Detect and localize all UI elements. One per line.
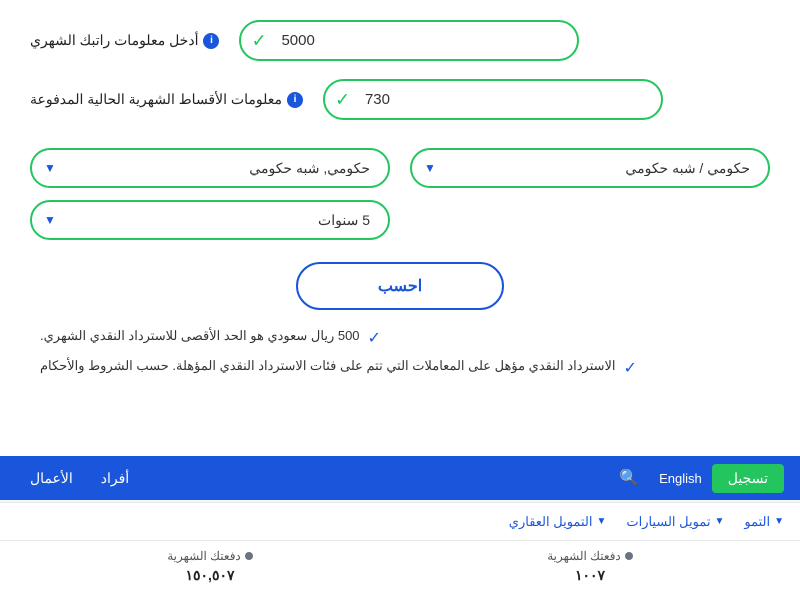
data-col-2: دفعتك الشهرية ١٥٠,٥٠٧: [167, 549, 253, 584]
right-dropdown-col: حكومي / شبه حكومي ▼: [410, 148, 770, 188]
data-col-1: دفعتك الشهرية ١٠٠٧: [547, 549, 633, 584]
salary-info-icon[interactable]: i: [203, 33, 219, 49]
info-lines: ✓ 500 ريال سعودي هو الحد الأقصى للاستردا…: [30, 328, 770, 378]
bottom-data: دفعتك الشهرية ١٠٠٧ دفعتك الشهرية ١٥٠,٥٠٧: [0, 540, 800, 600]
info-line-2: ✓ الاسترداد النقدي مؤهل على المعاملات ال…: [40, 358, 760, 378]
installments-info-icon[interactable]: i: [287, 92, 303, 108]
data-dot-1: [625, 552, 633, 560]
sub-nav-cars-arrow: ▼: [714, 516, 724, 527]
installments-input[interactable]: [323, 79, 663, 120]
dropdown3-select[interactable]: 5 سنوات: [30, 200, 390, 240]
salary-input[interactable]: [239, 20, 579, 61]
dropdown1-select[interactable]: حكومي / شبه حكومي: [410, 148, 770, 188]
search-icon[interactable]: 🔍: [609, 468, 649, 488]
nav-item-afrad[interactable]: أفراد: [87, 470, 143, 487]
installments-row: ✓ i معلومات الأقساط الشهرية الحالية المد…: [30, 79, 770, 120]
left-dropdown-col: حكومي, شبه حكومي ▼ 5 سنوات ▼: [30, 148, 390, 240]
sub-nav-tamwil-arrow: ▼: [774, 516, 784, 527]
calc-button[interactable]: احسب: [296, 262, 504, 310]
bullet-icon-1: ✓: [368, 328, 381, 348]
sub-nav: ▼ التمو ▼ تمويل السيارات ▼ التمويل العقا…: [0, 502, 800, 540]
nav-items: أفراد الأعمال: [16, 470, 609, 487]
salary-check-icon: ✓: [251, 30, 266, 51]
data-col-1-value: ١٠٠٧: [575, 567, 605, 584]
info-line-1: ✓ 500 ريال سعودي هو الحد الأقصى للاستردا…: [40, 328, 760, 348]
sub-nav-realestate-arrow: ▼: [596, 516, 606, 527]
installments-input-wrapper: ✓: [323, 79, 663, 120]
bottom-nav: تسجيل English 🔍 أفراد الأعمال: [0, 456, 800, 500]
dropdown2-select[interactable]: حكومي, شبه حكومي: [30, 148, 390, 188]
english-button[interactable]: English: [649, 471, 712, 486]
dropdown3-wrapper: 5 سنوات ▼: [30, 200, 390, 240]
installments-label: i معلومات الأقساط الشهرية الحالية المدفو…: [30, 91, 303, 108]
sub-nav-realestate[interactable]: ▼ التمويل العقاري: [509, 514, 607, 530]
data-col-2-label: دفعتك الشهرية: [167, 549, 253, 563]
sub-nav-tamwil[interactable]: ▼ التمو: [744, 514, 784, 530]
sub-nav-cars[interactable]: ▼ تمويل السيارات: [626, 514, 724, 530]
salary-row: ✓ i أدخل معلومات راتبك الشهري: [30, 20, 770, 61]
data-col-1-label: دفعتك الشهرية: [547, 549, 633, 563]
salary-input-wrapper: ✓: [239, 20, 579, 61]
dropdowns-row: حكومي / شبه حكومي ▼ حكومي, شبه حكومي ▼ 5…: [30, 148, 770, 240]
salary-label: i أدخل معلومات راتبك الشهري: [30, 32, 219, 49]
dropdown2-wrapper: حكومي, شبه حكومي ▼: [30, 148, 390, 188]
data-col-2-value: ١٥٠,٥٠٧: [186, 567, 235, 584]
installments-check-icon: ✓: [335, 89, 350, 110]
calc-btn-row: احسب: [30, 262, 770, 310]
bullet-icon-2: ✓: [624, 358, 637, 378]
data-dot-2: [245, 552, 253, 560]
dropdown1-wrapper: حكومي / شبه حكومي ▼: [410, 148, 770, 188]
register-button[interactable]: تسجيل: [712, 464, 784, 493]
nav-item-aamal[interactable]: الأعمال: [16, 470, 87, 487]
